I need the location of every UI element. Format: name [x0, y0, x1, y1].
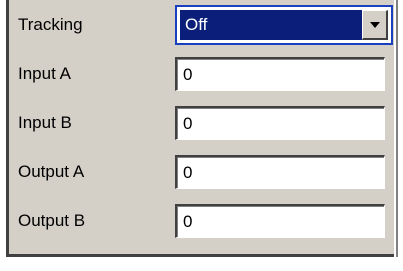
- settings-panel: Tracking Off Input A 0 Input B 0 Output …: [6, 0, 394, 257]
- input-a-field[interactable]: 0: [175, 57, 385, 91]
- output-a-label: Output A: [18, 162, 85, 181]
- panel-right-edge: [396, 0, 398, 257]
- chevron-down-icon: [369, 21, 380, 28]
- output-b-label: Output B: [18, 211, 86, 230]
- output-b-value: 0: [183, 211, 193, 231]
- input-a-label: Input A: [18, 64, 71, 83]
- dropdown-button[interactable]: [362, 10, 388, 40]
- output-a-field[interactable]: 0: [175, 155, 385, 189]
- tracking-label: Tracking: [18, 15, 83, 34]
- tracking-dropdown-display[interactable]: Off: [180, 10, 388, 40]
- input-a-value: 0: [183, 64, 193, 84]
- output-a-value: 0: [183, 162, 193, 182]
- input-b-value: 0: [183, 113, 193, 133]
- tracking-row: Tracking Off: [9, 1, 393, 49]
- output-a-row: Output A 0: [9, 148, 389, 196]
- input-a-row: Input A 0: [9, 50, 389, 98]
- input-b-field[interactable]: 0: [175, 106, 385, 140]
- input-b-row: Input B 0: [9, 99, 389, 147]
- output-b-field[interactable]: 0: [175, 204, 385, 238]
- output-b-row: Output B 0: [9, 197, 389, 245]
- tracking-dropdown[interactable]: Off: [175, 5, 393, 45]
- tracking-value: Off: [185, 15, 208, 34]
- input-b-label: Input B: [18, 113, 72, 132]
